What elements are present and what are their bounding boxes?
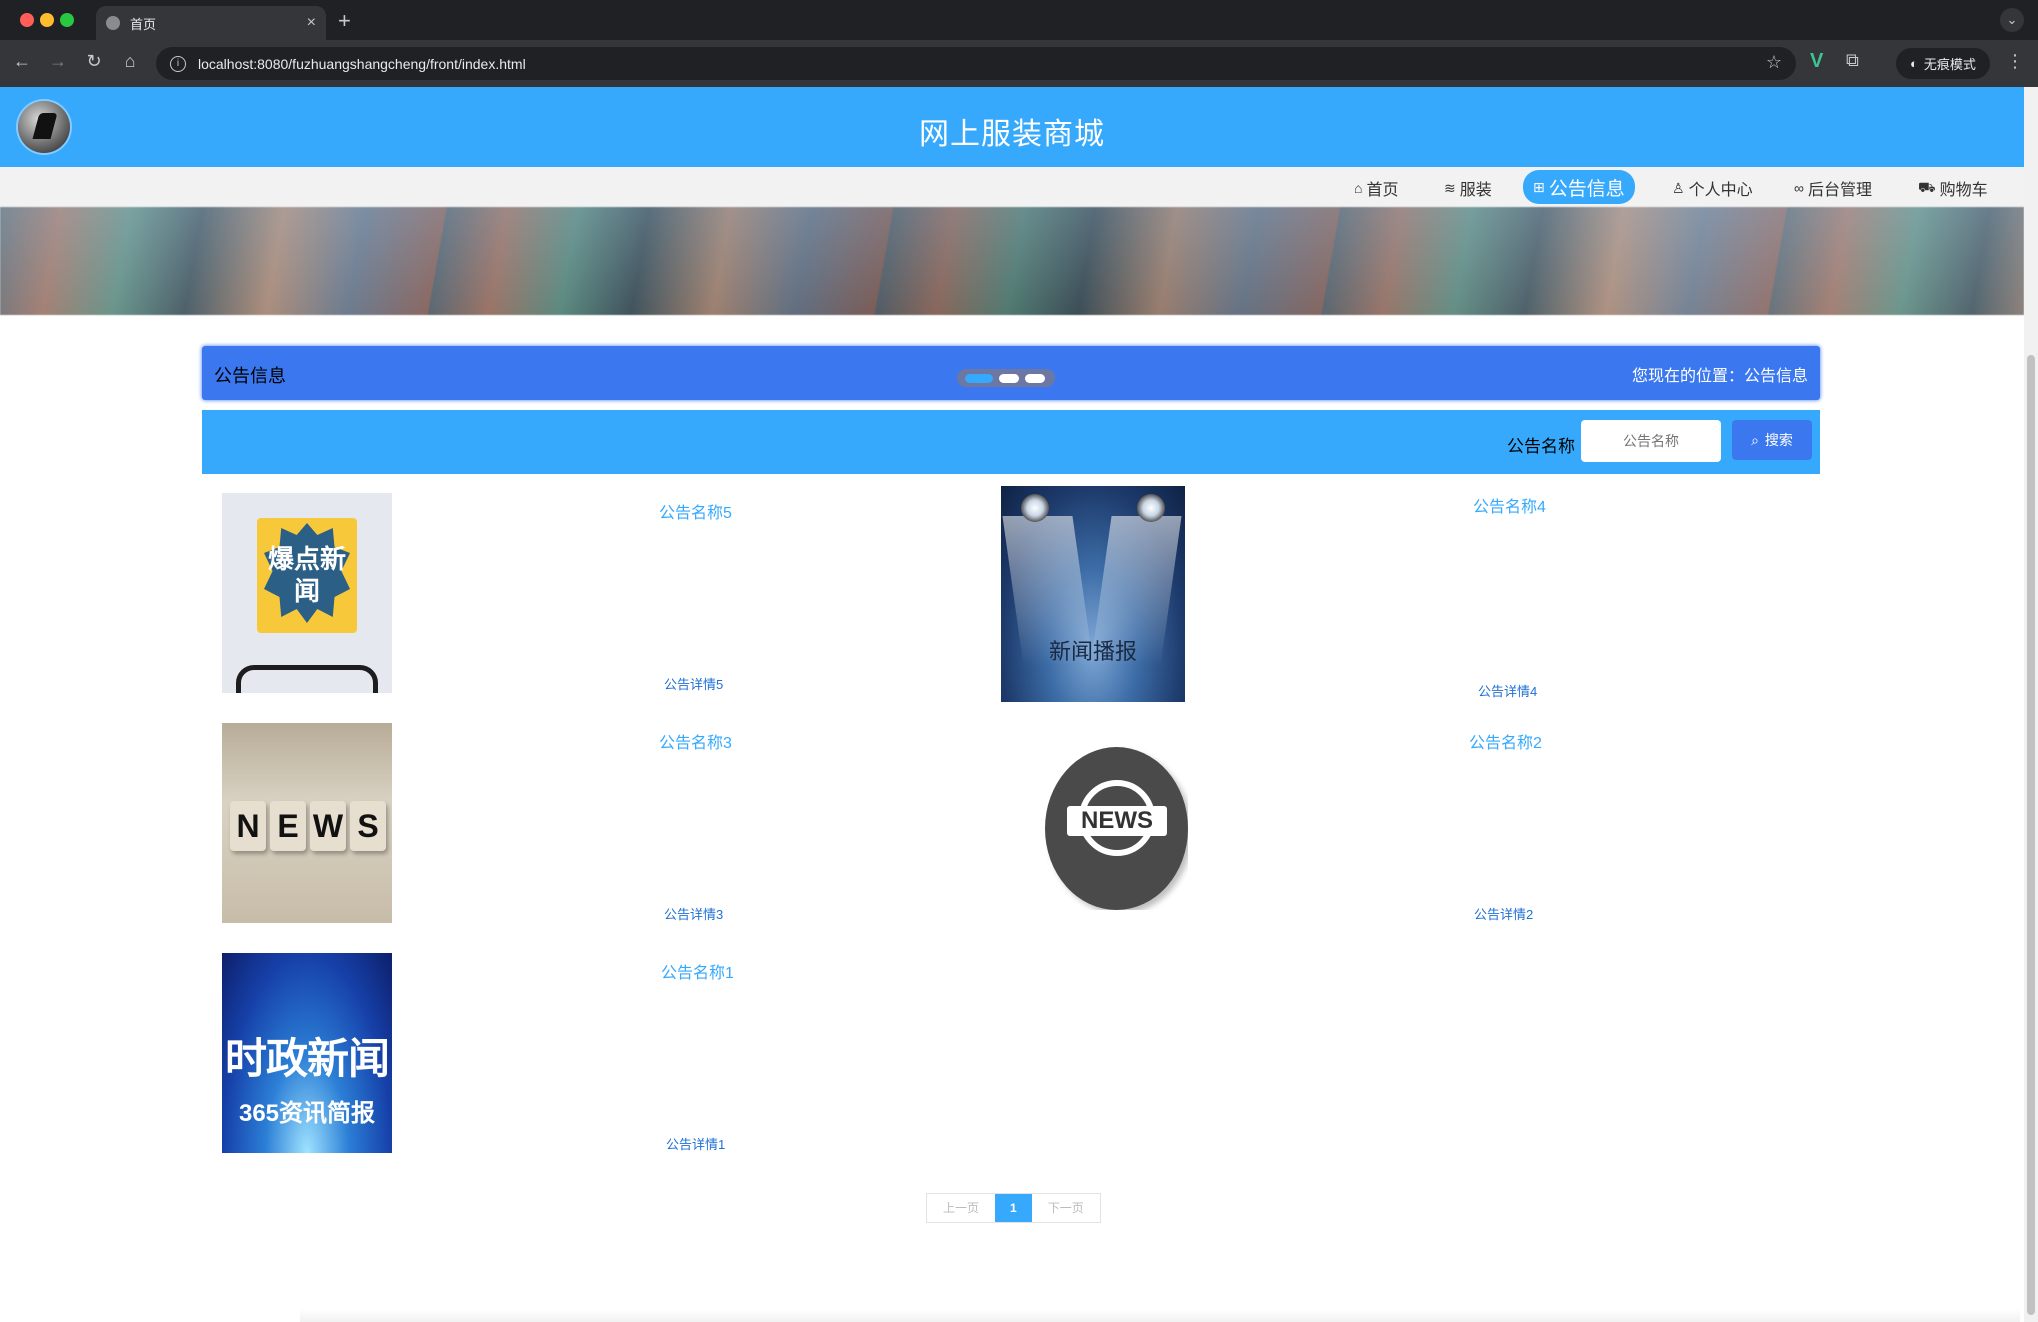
minimize-window-button[interactable] — [40, 13, 54, 27]
carousel-dot[interactable] — [965, 373, 993, 383]
news-detail-link[interactable]: 公告详情1 — [666, 1134, 725, 1153]
user-icon: ♙ — [1672, 179, 1685, 196]
forward-arrow-icon[interactable]: → — [46, 51, 70, 72]
image-subcaption: 365资讯简报 — [238, 1100, 376, 1127]
news-title[interactable]: 公告名称2 — [1469, 729, 1542, 753]
news-detail-link[interactable]: 公告详情2 — [1474, 904, 1533, 923]
browser-tabbar: 首页 × + ⌄ — [0, 0, 2038, 40]
incognito-icon: ◐ — [1910, 56, 1918, 71]
info-icon[interactable]: i — [170, 55, 186, 72]
news-image[interactable]: NEWS — [1045, 742, 1188, 910]
news-image[interactable]: 时政新闻 365资讯简报 — [222, 953, 392, 1153]
star-icon[interactable]: ☆ — [1766, 52, 1782, 73]
news-detail-link[interactable]: 公告详情3 — [664, 904, 723, 923]
breadcrumb: 您现在的位置：公告信息 — [1631, 368, 1808, 385]
layers-icon: ≋ — [1444, 179, 1456, 196]
search-bar: 公告名称 ⌕ 搜索 — [202, 410, 1820, 474]
maximize-window-button[interactable] — [60, 13, 74, 27]
search-icon: ⌕ — [1751, 431, 1759, 448]
incognito-label: 无痕模式 — [1923, 57, 1976, 72]
letter-cube: E — [270, 801, 306, 851]
search-button-label: 搜索 — [1764, 432, 1793, 448]
url-text: localhost:8080/fuzhuangshangcheng/front/… — [198, 55, 526, 72]
news-detail-link[interactable]: 公告详情5 — [664, 674, 723, 693]
page-viewport: 网上服装商城 ⌂ 首页 ≋ 服装 ⊞ 公告信息 ♙ 个人中心 ∞ 后台管理 ⛟ … — [0, 87, 2024, 1322]
letter-cube: S — [350, 801, 386, 851]
back-arrow-icon[interactable]: ← — [10, 51, 34, 72]
nav-label: 服装 — [1459, 182, 1492, 199]
carousel-indicators — [957, 369, 1055, 387]
letter-cube: N — [230, 801, 266, 851]
close-icon[interactable]: × — [307, 14, 316, 32]
home-icon[interactable]: ⌂ — [118, 51, 142, 72]
banner-carousel[interactable] — [0, 207, 2024, 315]
letter-cube: W — [310, 801, 346, 851]
pagination: 上一页 1 下一页 — [926, 1193, 1101, 1223]
spotlight-icon — [1021, 494, 1049, 522]
news-title[interactable]: 公告名称4 — [1473, 493, 1546, 517]
chevron-down-icon[interactable]: ⌄ — [2000, 8, 2024, 32]
nav-label: 购物车 — [1939, 182, 1988, 199]
news-title[interactable]: 公告名称3 — [659, 729, 732, 753]
browser-toolbar: ← → ↻ ⌂ i localhost:8080/fuzhuangshangch… — [0, 40, 2038, 87]
kebab-menu-icon[interactable]: ⋮ — [2006, 51, 2024, 72]
nav-label: 首页 — [1366, 182, 1399, 199]
image-caption: 时政新闻 — [224, 1035, 390, 1082]
scrollbar-thumb[interactable] — [2027, 355, 2035, 1315]
nav-label: 后台管理 — [1807, 182, 1872, 199]
nav-item-notices[interactable]: ⊞ 公告信息 — [1523, 170, 1635, 204]
grid-icon: ⊞ — [1533, 178, 1545, 195]
reload-icon[interactable]: ↻ — [82, 51, 106, 72]
tab-title: 首页 — [130, 16, 157, 32]
prev-page-button[interactable]: 上一页 — [927, 1194, 996, 1222]
incognito-badge[interactable]: ◐ 无痕模式 — [1896, 48, 1990, 79]
address-bar[interactable]: i localhost:8080/fuzhuangshangcheng/fron… — [156, 47, 1796, 80]
news-detail-link[interactable]: 公告详情4 — [1478, 681, 1537, 700]
new-tab-button[interactable]: + — [338, 8, 351, 34]
search-label: 公告名称 — [1507, 437, 1575, 456]
link-icon: ∞ — [1794, 180, 1804, 196]
close-window-button[interactable] — [20, 13, 34, 27]
nav-item-admin[interactable]: ∞ 后台管理 — [1794, 173, 1872, 203]
image-caption: 爆点新闻 — [267, 544, 346, 606]
news-image[interactable]: N E W S — [222, 723, 392, 923]
site-title: 网上服装商城 — [919, 118, 1105, 151]
extensions-icon[interactable]: ⧉ — [1846, 50, 1859, 71]
phone-shape — [236, 665, 378, 693]
footer-shadow — [300, 1309, 2020, 1322]
news-image[interactable]: 新闻播报 — [1001, 486, 1185, 702]
nav-item-profile[interactable]: ♙ 个人中心 — [1672, 173, 1753, 203]
carousel-dot[interactable] — [1025, 373, 1045, 383]
nav-label: 公告信息 — [1548, 178, 1625, 200]
nav-label: 个人中心 — [1688, 182, 1753, 199]
image-caption: 新闻播报 — [1048, 639, 1137, 664]
nav-item-cart[interactable]: ⛟ 购物车 — [1918, 173, 1988, 203]
next-page-button[interactable]: 下一页 — [1031, 1194, 1100, 1222]
globe-icon — [106, 16, 120, 30]
spotlight-icon — [1137, 494, 1165, 522]
page-number-button[interactable]: 1 — [995, 1194, 1032, 1222]
cart-icon: ⛟ — [1918, 178, 1936, 195]
search-button[interactable]: ⌕ 搜索 — [1732, 420, 1812, 460]
news-title[interactable]: 公告名称1 — [661, 959, 734, 983]
page-scrollbar[interactable] — [2024, 87, 2038, 1322]
carousel-dot[interactable] — [999, 373, 1019, 383]
news-image[interactable]: 爆点新闻 — [222, 493, 392, 693]
image-caption: NEWS — [1067, 806, 1167, 836]
vue-devtools-icon[interactable]: V — [1810, 50, 1823, 73]
search-input[interactable] — [1581, 420, 1721, 462]
nav-item-clothing[interactable]: ≋ 服装 — [1444, 173, 1492, 203]
main-nav: ⌂ 首页 ≋ 服装 ⊞ 公告信息 ♙ 个人中心 ∞ 后台管理 ⛟ 购物车 — [0, 167, 2024, 207]
home-icon: ⌂ — [1354, 180, 1363, 196]
site-header: 网上服装商城 — [0, 87, 2024, 167]
section-title: 公告信息 — [214, 366, 286, 386]
browser-tab[interactable]: 首页 × — [96, 6, 326, 40]
nav-item-home[interactable]: ⌂ 首页 — [1354, 173, 1398, 203]
news-title[interactable]: 公告名称5 — [659, 499, 732, 523]
